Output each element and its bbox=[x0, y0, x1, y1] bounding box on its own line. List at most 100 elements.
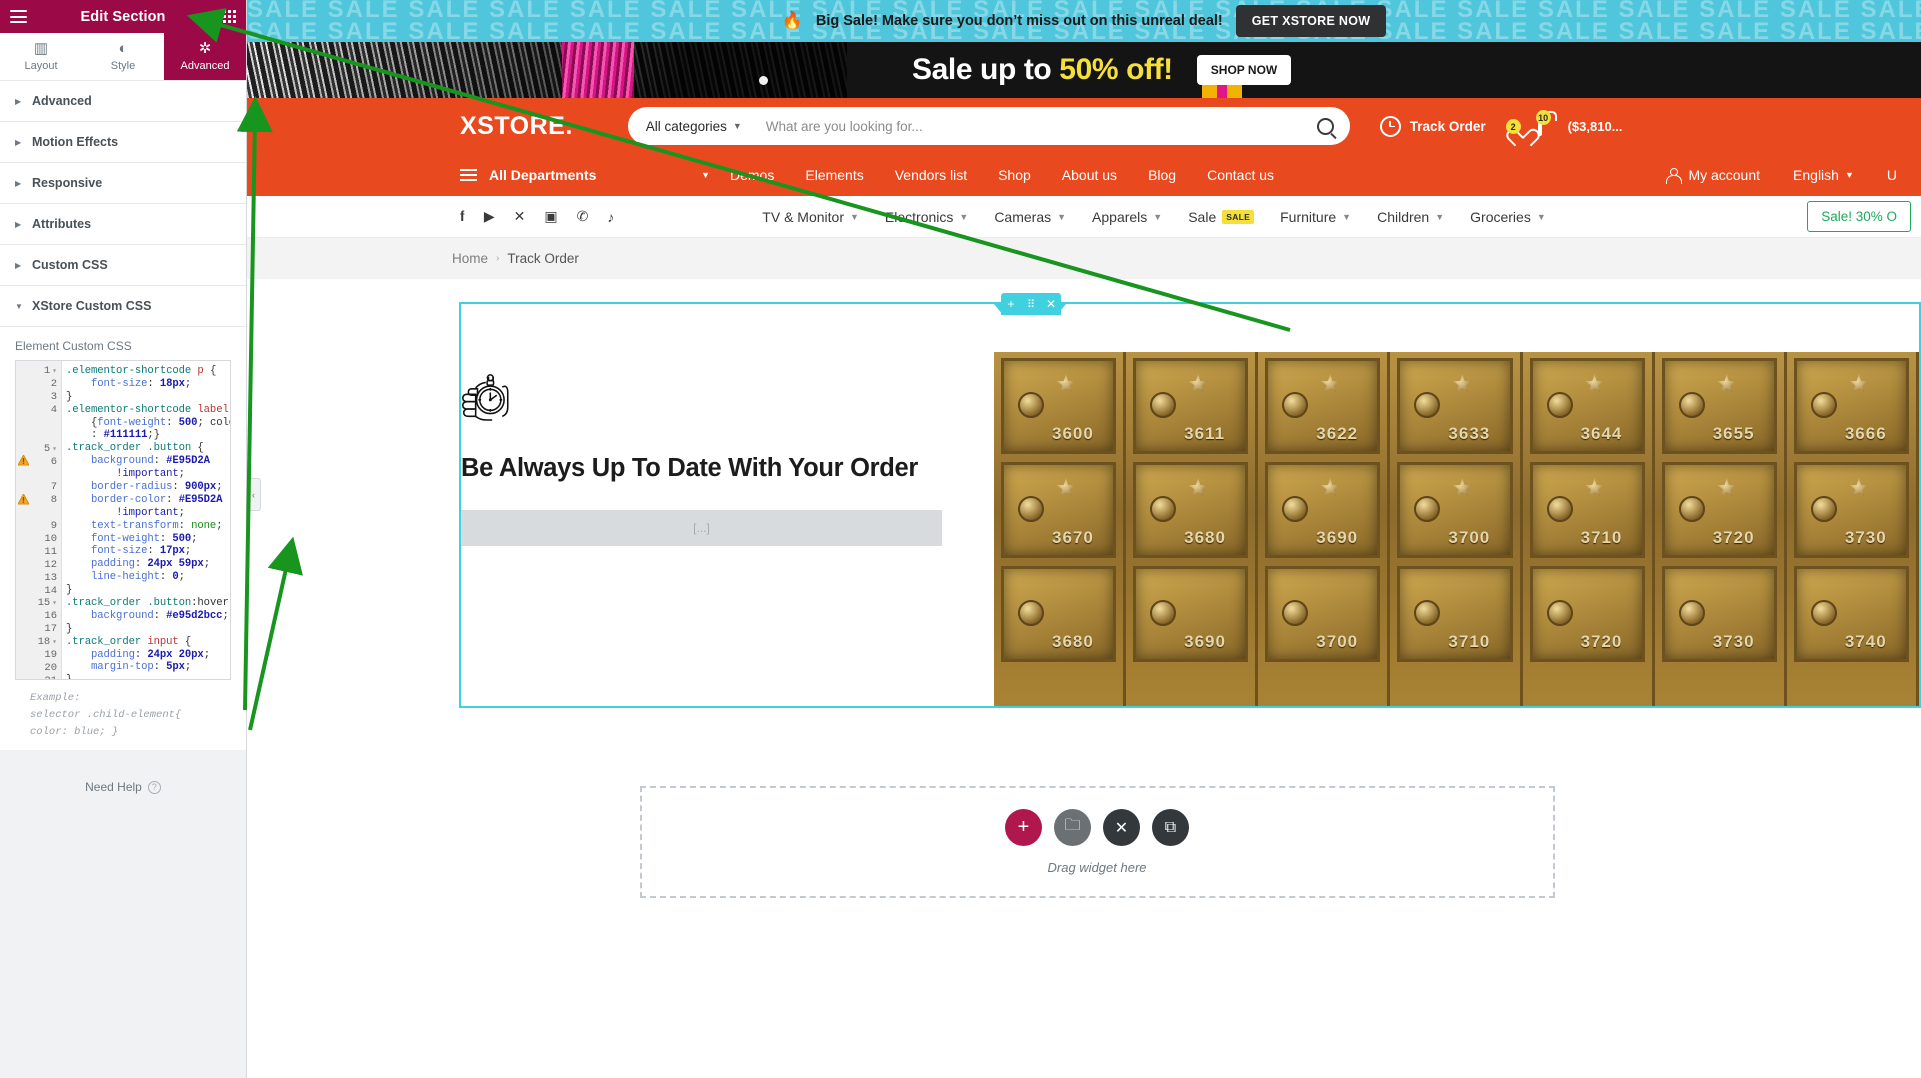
promo-dot bbox=[759, 76, 768, 85]
need-help-link[interactable]: Need Help ? bbox=[0, 750, 246, 825]
code-content[interactable]: .elementor-shortcode p { font-size: 18px… bbox=[62, 361, 230, 679]
sale-promo-button[interactable]: Sale! 30% O bbox=[1807, 201, 1911, 232]
shop-now-button[interactable]: SHOP NOW bbox=[1196, 55, 1292, 85]
shortcode-placeholder[interactable]: [...] bbox=[461, 510, 942, 546]
widget-dropzone[interactable]: + 🗀 ✕ ⧉ Drag widget here bbox=[639, 786, 1555, 898]
twitter-icon[interactable]: ✕ bbox=[514, 208, 526, 225]
cat-item-cameras[interactable]: Cameras ▼ bbox=[994, 209, 1066, 225]
close-button[interactable]: ✕ bbox=[1103, 809, 1140, 846]
line-number: 4 bbox=[50, 404, 57, 417]
logo[interactable]: XSTORE. bbox=[460, 112, 573, 141]
code-editor[interactable]: 1▾2345▾6789101112131415▾161718▾192021 .e… bbox=[15, 360, 231, 680]
hamburger-icon[interactable] bbox=[10, 10, 27, 23]
accordion-attributes[interactable]: ▶ Attributes bbox=[0, 204, 246, 245]
accordion-label: Advanced bbox=[32, 94, 92, 108]
youtube-icon[interactable]: ▶ bbox=[484, 208, 495, 225]
cat-item-label: Sale bbox=[1188, 208, 1217, 225]
cat-item-electronics[interactable]: Electronics ▼ bbox=[885, 209, 968, 225]
breadcrumb: Home › Track Order bbox=[452, 251, 579, 266]
language-select[interactable]: English ▼ bbox=[1793, 167, 1854, 183]
nav-item-contact-us[interactable]: Contact us bbox=[1207, 167, 1274, 183]
search-bar: All categories ▼ What are you looking fo… bbox=[627, 107, 1350, 145]
instagram-icon[interactable]: ▣ bbox=[544, 208, 557, 225]
cat-item-label: Apparels bbox=[1092, 208, 1148, 225]
cat-item-groceries[interactable]: Groceries ▼ bbox=[1470, 209, 1546, 225]
breadcrumb-home[interactable]: Home bbox=[452, 251, 488, 266]
css-field-label: Element Custom CSS bbox=[15, 339, 132, 353]
nav-item-vendors-list[interactable]: Vendors list bbox=[895, 167, 967, 183]
code-line: .elementor-shortcode label bbox=[66, 403, 229, 416]
accordion-label: Responsive bbox=[32, 176, 103, 190]
currency-select[interactable]: U bbox=[1887, 167, 1897, 183]
cart-button[interactable]: 10 bbox=[1535, 110, 1551, 136]
custom-css-section: Element Custom CSS 1 ▾ 2 3 4 5 ▾ 6 7 8 9 10 11 12 13 14… bbox=[0, 327, 246, 751]
dropzone-label: Drag widget here bbox=[1047, 860, 1147, 875]
add-template-button[interactable]: 🗀 bbox=[1054, 809, 1091, 846]
grid-icon[interactable] bbox=[223, 10, 236, 23]
line-number: 3 bbox=[50, 391, 57, 404]
facebook-icon[interactable]: 𝐟 bbox=[460, 208, 465, 225]
tab-advanced[interactable]: ✲ Advanced bbox=[164, 33, 246, 80]
need-help-label: Need Help bbox=[85, 780, 142, 795]
accordion-motion-effects[interactable]: ▶ Motion Effects bbox=[0, 122, 246, 163]
code-line: text-transform: none; bbox=[91, 519, 223, 532]
nav-item-shop[interactable]: Shop bbox=[998, 167, 1031, 183]
category-nav-items: TV & Monitor ▼ Electronics ▼ Cameras ▼ Apparel… bbox=[762, 209, 1545, 225]
track-order-link[interactable]: Track Order bbox=[1379, 115, 1486, 137]
category-select[interactable]: All categories ▼ bbox=[646, 119, 742, 134]
cat-item-apparels[interactable]: Apparels ▼ bbox=[1092, 209, 1162, 225]
code-line: margin-top: 5px; bbox=[91, 661, 192, 674]
dots-handle-icon[interactable]: ⠿ bbox=[1021, 293, 1041, 315]
code-line: border-color: #E95D2A bbox=[91, 493, 223, 506]
chevron-right-icon: ▶ bbox=[15, 260, 22, 270]
nav-item-blog[interactable]: Blog bbox=[1148, 167, 1176, 183]
chevron-down-icon: ▼ bbox=[1153, 211, 1163, 222]
chevron-right-icon: ▶ bbox=[15, 96, 22, 106]
accordion-advanced[interactable]: ▶ Advanced bbox=[0, 81, 246, 122]
nav-item-elements[interactable]: Elements bbox=[805, 167, 863, 183]
folder-icon: 🗀 bbox=[1064, 817, 1081, 834]
all-departments-button[interactable]: All Departments ▼ bbox=[460, 167, 710, 183]
search-icon[interactable] bbox=[1316, 117, 1334, 135]
cart-total[interactable]: ($3,810... bbox=[1568, 119, 1623, 134]
close-icon[interactable]: ✕ bbox=[1041, 293, 1061, 315]
paste-button[interactable]: ⧉ bbox=[1152, 809, 1189, 846]
tab-layout[interactable]: ▥ Layout bbox=[0, 33, 82, 80]
question-mark-icon: ? bbox=[147, 780, 161, 794]
promo-banner: Sale up to 50% off! SHOP NOW bbox=[247, 42, 1921, 98]
search-input[interactable]: What are you looking for... bbox=[742, 119, 1317, 134]
nav-item-about-us[interactable]: About us bbox=[1062, 167, 1117, 183]
cat-item-tv-monitor[interactable]: TV & Monitor ▼ bbox=[762, 209, 859, 225]
line-number: 7 bbox=[50, 481, 57, 494]
main-nav: All Departments ▼ Demos Elements Vendors l… bbox=[247, 154, 1921, 196]
chevron-left-icon: ‹ bbox=[252, 489, 255, 500]
cat-item-children[interactable]: Children ▼ bbox=[1377, 209, 1444, 225]
locker-column: 3655 3720 3730 bbox=[1654, 352, 1787, 706]
close-icon: ✕ bbox=[1114, 819, 1129, 837]
cat-item-furniture[interactable]: Furniture ▼ bbox=[1280, 209, 1351, 225]
get-xstore-now-button[interactable]: GET XSTORE NOW bbox=[1235, 5, 1387, 37]
code-line: } bbox=[66, 390, 73, 403]
accordion-custom-css[interactable]: ▶ Custom CSS bbox=[0, 245, 246, 286]
whatsapp-icon[interactable]: ✆ bbox=[577, 208, 589, 225]
accordion-xstore-custom-css[interactable]: ▼ XStore Custom CSS bbox=[0, 286, 246, 327]
add-new-section-button[interactable]: + bbox=[1005, 809, 1042, 846]
tiktok-icon[interactable]: ♪ bbox=[607, 209, 614, 225]
my-account-label: My account bbox=[1688, 167, 1761, 183]
line-number: 9 bbox=[50, 520, 57, 533]
nav-item-demos[interactable]: Demos bbox=[730, 167, 774, 183]
accordion-responsive[interactable]: ▶ Responsive bbox=[0, 163, 246, 204]
breadcrumb-bar: Home › Track Order bbox=[247, 238, 1921, 279]
cat-item-sale[interactable]: Sale SALE bbox=[1188, 208, 1255, 225]
my-account-link[interactable]: My account bbox=[1666, 167, 1761, 184]
tab-style[interactable]: ◐ Style bbox=[82, 33, 164, 80]
panel-collapse-toggle[interactable]: ‹ bbox=[247, 478, 261, 511]
site-preview: SALE SALE SALE SALE SALE SALE SALE SALE … bbox=[247, 0, 1921, 1078]
example-title: Example: bbox=[30, 692, 81, 704]
plus-icon[interactable]: + bbox=[1001, 293, 1021, 315]
panel-tabs: ▥ Layout ◐ Style ✲ Advanced bbox=[0, 33, 246, 81]
code-line: background: #e95d2bcc; bbox=[91, 609, 229, 622]
social-links: 𝐟 ▶ ✕ ▣ ✆ ♪ bbox=[460, 208, 614, 225]
selected-section[interactable]: Be Always Up To Date With Your Order [..… bbox=[459, 302, 1921, 708]
locker-column: 3622 3690 3700 bbox=[1258, 352, 1391, 706]
